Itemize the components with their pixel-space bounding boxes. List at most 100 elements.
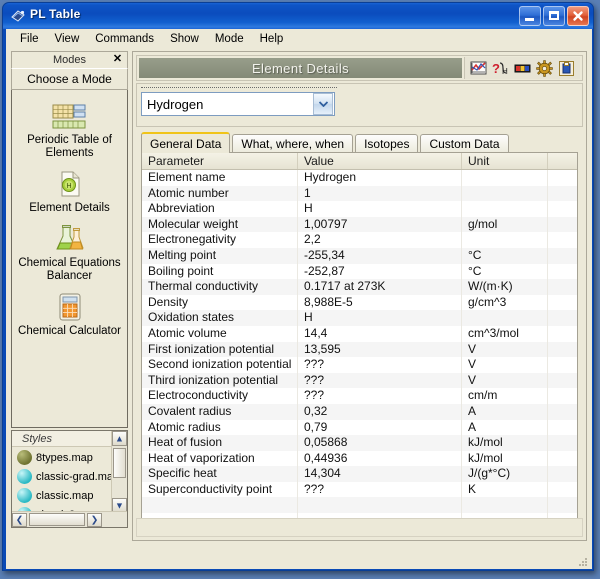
table-cell-value: 0,79 <box>298 419 462 436</box>
list-item[interactable]: classic.map <box>13 486 113 505</box>
list-item[interactable]: 8types.map <box>13 448 113 467</box>
chevron-up-icon: ▲ <box>115 433 124 443</box>
table-cell-unit: g/mol <box>462 216 548 233</box>
menu-mode[interactable]: Mode <box>207 31 252 47</box>
export-icon[interactable] <box>558 60 575 77</box>
table-cell-unit <box>462 170 548 186</box>
table-cell-extra <box>548 497 574 513</box>
table-cell-value: 14,4 <box>298 325 462 342</box>
sidebar-item-element-details[interactable]: H Element Details <box>12 164 127 219</box>
element-selector-panel: Hydrogen <box>136 83 583 127</box>
scroll-right-button[interactable]: ❯ <box>87 512 102 527</box>
table-row[interactable]: Oxidation states H <box>142 310 577 326</box>
menu-show[interactable]: Show <box>162 31 207 47</box>
table-row[interactable]: Melting point -255,34 °C <box>142 247 577 264</box>
column-header-parameter[interactable]: Parameter <box>142 153 298 169</box>
table-row[interactable]: Abbreviation H <box>142 201 577 217</box>
table-cell-unit: °C <box>462 247 548 264</box>
dock-close-icon[interactable]: ✕ <box>111 53 124 66</box>
table-cell-unit: °C <box>462 263 548 280</box>
styles-horizontal-scrollbar[interactable]: ❮ ❯ <box>12 511 127 527</box>
sidebar-item-periodic-table[interactable]: Periodic Table of Elements <box>12 96 127 164</box>
properties-grid[interactable]: Parameter Value Unit Element name Hydroge… <box>141 152 578 532</box>
table-row[interactable]: Thermal conductivity 0.1717 at 273K W/(m·K… <box>142 279 577 295</box>
status-bar <box>136 518 583 537</box>
list-item[interactable]: classic-grad.map <box>13 467 113 486</box>
table-row[interactable]: Heat of vaporization 0,44936 kJ/mol <box>142 450 577 467</box>
table-row[interactable]: Second ionization potential??? V <box>142 357 577 373</box>
menu-commands[interactable]: Commands <box>87 31 162 47</box>
chart-icon[interactable] <box>470 60 487 77</box>
table-cell-value <box>298 497 462 514</box>
close-button[interactable] <box>567 6 589 26</box>
table-cell-extra <box>548 435 574 451</box>
table-cell-unit: cm^3/mol <box>462 325 548 342</box>
table-cell-unit: V <box>462 357 548 373</box>
table-cell-unit: kJ/mol <box>462 450 548 467</box>
column-header-value[interactable]: Value <box>298 153 462 169</box>
table-cell-parameter: Heat of vaporization <box>142 450 298 467</box>
table-row[interactable]: Atomic number 1 <box>142 185 577 202</box>
table-row[interactable]: Atomic radius 0,79 A <box>142 419 577 436</box>
modes-dock-panel: Modes ✕ Choose a Mode Periodic Table of … <box>11 51 128 563</box>
table-cell-parameter: Covalent radius <box>142 403 298 420</box>
table-row[interactable]: First ionization potential 13,595 V <box>142 341 577 358</box>
sidebar-item-chemical-calculator[interactable]: Chemical Calculator <box>12 287 127 342</box>
column-header-unit[interactable]: Unit <box>462 153 548 169</box>
menu-file[interactable]: File <box>12 31 47 47</box>
table-row[interactable]: Atomic volume 14,4 cm^3/mol <box>142 325 577 342</box>
table-cell-value: -255,34 <box>298 247 462 264</box>
settings-gear-icon[interactable] <box>536 59 553 77</box>
color-legend-icon[interactable] <box>514 60 531 77</box>
table-cell-unit <box>462 201 548 217</box>
table-row[interactable]: Electroconductivity??? cm/m <box>142 388 577 404</box>
maximize-button[interactable] <box>543 6 565 26</box>
tab-isotopes[interactable]: Isotopes <box>355 134 419 153</box>
table-cell-unit: V <box>462 341 548 358</box>
menu-bar: File View Commands Show Mode Help <box>6 29 592 48</box>
tab-general-data[interactable]: General Data <box>141 132 231 153</box>
table-row[interactable]: Specific heat 14,304 J/(g*°C) <box>142 466 577 482</box>
styles-vertical-scrollbar[interactable]: ▲ ▼ <box>111 431 127 513</box>
table-cell-unit: g/cm^3 <box>462 294 548 311</box>
scroll-left-button[interactable]: ❮ <box>12 512 27 527</box>
chevron-down-icon[interactable] <box>313 93 333 115</box>
table-row[interactable]: Molecular weight 1,00797 g/mol <box>142 216 577 233</box>
table-row[interactable]: Heat of fusion 0,05868 kJ/mol <box>142 435 577 451</box>
table-cell-unit: A <box>462 419 548 436</box>
scroll-up-button[interactable]: ▲ <box>112 431 127 446</box>
resize-grip[interactable] <box>576 554 588 566</box>
table-row[interactable]: Boiling point -252,87 °C <box>142 263 577 280</box>
table-cell-parameter: Specific heat <box>142 466 298 482</box>
tab-custom-data[interactable]: Custom Data <box>420 134 509 153</box>
element-select[interactable]: Hydrogen <box>141 92 335 116</box>
table-cell-parameter: Second ionization potential <box>142 357 298 373</box>
menu-help[interactable]: Help <box>252 31 292 47</box>
scroll-thumb-horizontal[interactable] <box>29 513 85 526</box>
table-cell-parameter: Melting point <box>142 247 298 264</box>
sidebar-item-equations-balancer[interactable]: Chemical Equations Balancer <box>12 219 127 287</box>
table-row[interactable]: Element name Hydrogen <box>142 170 577 186</box>
scroll-thumb-vertical[interactable] <box>113 448 126 478</box>
table-cell-parameter: Element name <box>142 170 298 186</box>
window-controls <box>519 6 589 26</box>
table-cell-extra <box>548 310 574 326</box>
table-cell-parameter: Atomic volume <box>142 325 298 342</box>
minimize-button[interactable] <box>519 6 541 26</box>
style-name: 8types.map <box>36 451 93 464</box>
choose-a-mode-label: Choose a Mode <box>27 72 112 86</box>
document-hydrogen-icon: H <box>54 166 86 200</box>
table-cell-unit: K <box>462 481 548 498</box>
table-row[interactable]: Covalent radius 0,32 A <box>142 403 577 420</box>
table-row[interactable] <box>142 497 577 514</box>
menu-view[interactable]: View <box>47 31 88 47</box>
table-row[interactable]: Third ionization potential??? V <box>142 372 577 389</box>
choose-a-mode-button[interactable]: Choose a Mode <box>11 68 128 90</box>
column-header-extra[interactable] <box>548 153 574 169</box>
tab-what-where-when[interactable]: What, where, when <box>232 134 354 153</box>
help-query-icon[interactable]: ? H <box>492 60 509 77</box>
table-row[interactable]: Electronegativity 2,2 <box>142 232 577 248</box>
banner: Element Details <box>139 58 462 78</box>
table-row[interactable]: Density 8,988E-5 g/cm^3 <box>142 294 577 311</box>
table-row[interactable]: Superconductivity point??? K <box>142 481 577 498</box>
